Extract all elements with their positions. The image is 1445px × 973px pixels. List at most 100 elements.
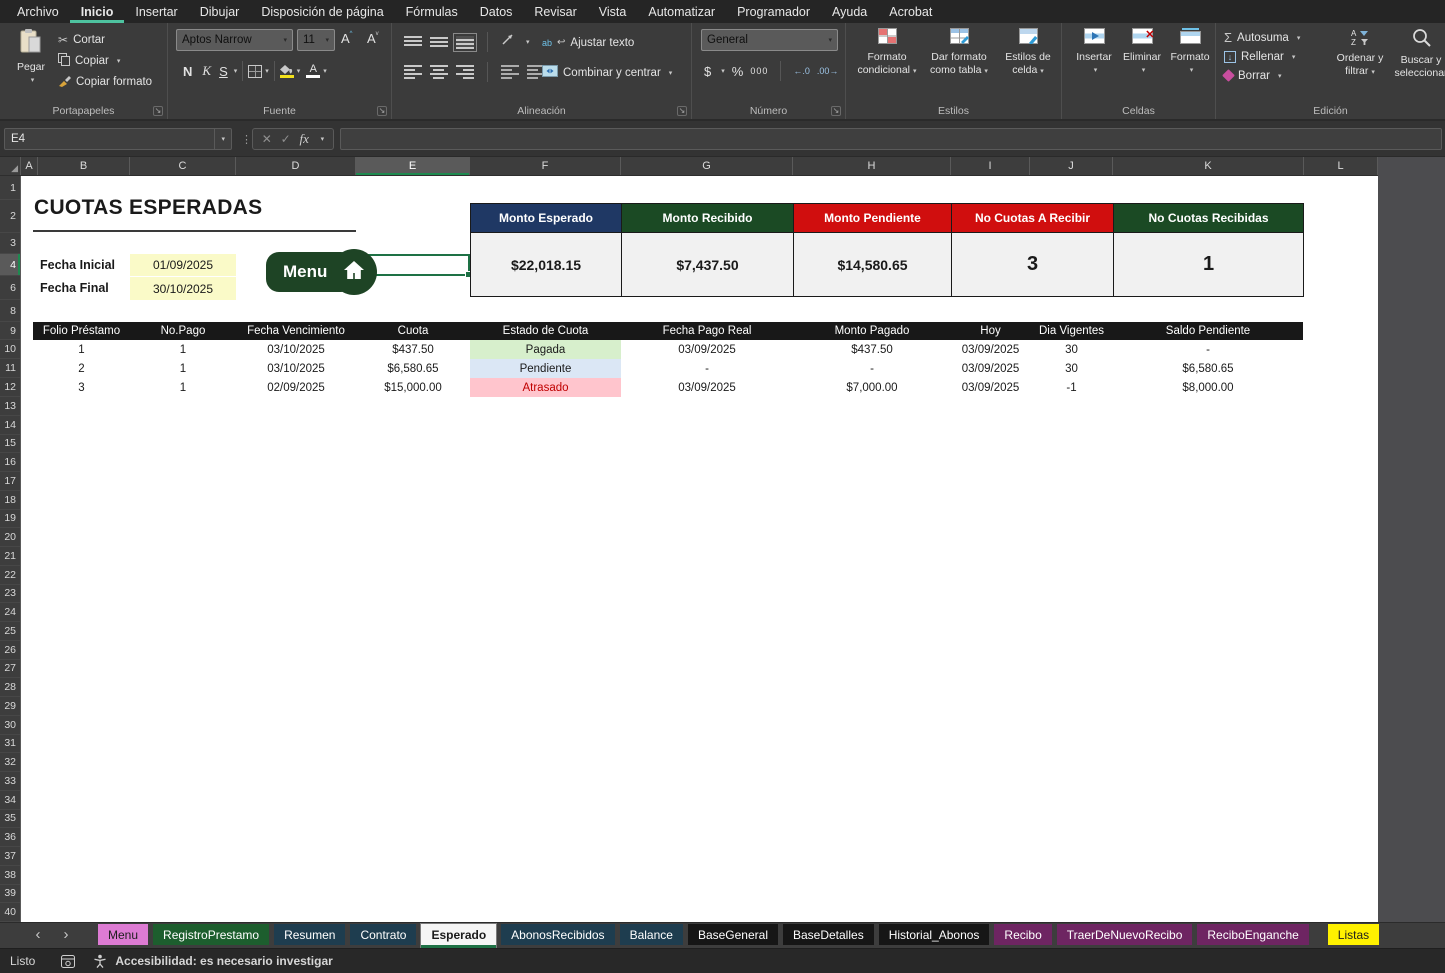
column-header-E[interactable]: E	[356, 157, 470, 175]
row-header-25[interactable]: 25	[0, 622, 20, 641]
row-header-21[interactable]: 21	[0, 547, 20, 566]
sheet-tab-contrato[interactable]: Contrato	[350, 924, 416, 945]
sheet-tab-menu[interactable]: Menu	[98, 924, 148, 945]
sort-filter-button[interactable]: AZ Ordenar y filtrar▾	[1332, 28, 1388, 78]
format-as-table-button[interactable]: Dar formato como tabla▾	[926, 28, 992, 77]
row-header-39[interactable]: 39	[0, 885, 20, 904]
format-cells-button[interactable]: Formato ▾	[1168, 28, 1212, 76]
row-header-15[interactable]: 15	[0, 435, 20, 454]
fill-color-button[interactable]	[280, 65, 294, 78]
paste-button[interactable]: Pegar ▾	[10, 28, 52, 86]
row-header-6[interactable]: 6	[0, 276, 20, 300]
cancel-entry-icon[interactable]: ✕	[262, 132, 272, 146]
row-header-23[interactable]: 23	[0, 585, 20, 604]
row-header-40[interactable]: 40	[0, 903, 20, 922]
decrease-indent-icon[interactable]	[501, 65, 519, 79]
column-header-B[interactable]: B	[38, 157, 130, 175]
row-header-27[interactable]: 27	[0, 660, 20, 679]
cell-styles-button[interactable]: Estilos de celda▾	[998, 28, 1058, 77]
table-cell[interactable]: $6,580.65	[356, 359, 470, 378]
sheet-tab-esperado[interactable]: Esperado	[421, 924, 496, 948]
menu-tab-archivo[interactable]: Archivo	[6, 0, 70, 23]
table-cell[interactable]: $6,580.65	[1113, 359, 1303, 378]
align-right-icon[interactable]	[456, 65, 474, 79]
row-header-13[interactable]: 13	[0, 397, 20, 416]
autosum-button[interactable]: Σ Autosuma ▾	[1224, 28, 1300, 47]
menu-tab-disposición-de-página[interactable]: Disposición de página	[250, 0, 394, 23]
home-button[interactable]	[331, 249, 377, 295]
row-header-12[interactable]: 12	[0, 378, 20, 397]
column-header-H[interactable]: H	[793, 157, 951, 175]
field-value-fecha-final[interactable]: 30/10/2025	[130, 277, 236, 300]
table-cell[interactable]: 03/09/2025	[951, 378, 1030, 397]
row-header-37[interactable]: 37	[0, 847, 20, 866]
confirm-entry-icon[interactable]: ✓	[281, 132, 291, 146]
number-format-select[interactable]: General ▾	[701, 29, 838, 51]
menu-tab-inicio[interactable]: Inicio	[70, 0, 125, 23]
sheet-tab-reciboenganche[interactable]: ReciboEnganche	[1197, 924, 1308, 945]
chevron-down-icon[interactable]: ▾	[234, 67, 238, 75]
scroll-tabs-right-icon[interactable]: ›	[56, 926, 76, 943]
sheet-tab-basegeneral[interactable]: BaseGeneral	[688, 924, 778, 945]
align-bottom-icon[interactable]	[456, 36, 474, 49]
row-header-18[interactable]: 18	[0, 491, 20, 510]
increase-decimal-button[interactable]: ←.0	[793, 66, 810, 76]
row-header-1[interactable]: 1	[0, 176, 20, 200]
table-cell[interactable]: 03/09/2025	[951, 359, 1030, 378]
row-header-10[interactable]: 10	[0, 340, 20, 359]
column-header-K[interactable]: K	[1113, 157, 1304, 175]
row-header-17[interactable]: 17	[0, 472, 20, 491]
table-cell[interactable]: $8,000.00	[1113, 378, 1303, 397]
wrap-text-button[interactable]: ab ↩ Ajustar texto	[542, 32, 634, 53]
menu-tab-insertar[interactable]: Insertar	[124, 0, 188, 23]
column-header-L[interactable]: L	[1304, 157, 1378, 175]
orientation-icon[interactable]	[501, 33, 515, 51]
column-header-A[interactable]: A	[21, 157, 38, 175]
table-cell[interactable]: 2	[33, 359, 130, 378]
sheet-tab-registroprestamo[interactable]: RegistroPrestamo	[153, 924, 269, 945]
grow-font-button[interactable]: A^	[341, 31, 353, 46]
copy-button[interactable]: Copiar ▾	[58, 50, 152, 71]
chevron-down-icon[interactable]: ▾	[526, 38, 530, 46]
insert-cells-button[interactable]: Insertar ▾	[1072, 28, 1116, 76]
menu-tab-vista[interactable]: Vista	[588, 0, 638, 23]
sheet-tab-resumen[interactable]: Resumen	[274, 924, 345, 945]
font-color-button[interactable]: A	[306, 64, 320, 78]
table-cell[interactable]: 03/09/2025	[621, 378, 793, 397]
row-header-19[interactable]: 19	[0, 510, 20, 529]
name-box[interactable]: E4 ▾	[4, 128, 232, 150]
menu-tab-fórmulas[interactable]: Fórmulas	[395, 0, 469, 23]
dialog-launcher-icon[interactable]: ↘	[153, 106, 163, 116]
menu-tab-acrobat[interactable]: Acrobat	[878, 0, 943, 23]
table-cell[interactable]: -	[1113, 340, 1303, 359]
row-header-4[interactable]: 4	[0, 254, 20, 276]
table-cell[interactable]: 30	[1030, 359, 1113, 378]
find-select-button[interactable]: Buscar y seleccionar	[1392, 28, 1445, 80]
menu-tab-automatizar[interactable]: Automatizar	[637, 0, 726, 23]
menu-tab-ayuda[interactable]: Ayuda	[821, 0, 878, 23]
sheet-tab-balance[interactable]: Balance	[620, 924, 683, 945]
chevron-down-icon[interactable]: ▾	[297, 67, 301, 75]
sheet-tab-historial_abonos[interactable]: Historial_Abonos	[879, 924, 990, 945]
menu-tab-revisar[interactable]: Revisar	[523, 0, 587, 23]
table-cell[interactable]: $7,000.00	[793, 378, 951, 397]
accessibility-status[interactable]: Accesibilidad: es necesario investigar	[115, 954, 332, 968]
row-header-24[interactable]: 24	[0, 603, 20, 622]
percent-style-button[interactable]: %	[732, 64, 744, 79]
dialog-launcher-icon[interactable]: ↘	[831, 106, 841, 116]
row-header-3[interactable]: 3	[0, 233, 20, 254]
merge-center-button[interactable]: Combinar y centrar ▾	[542, 62, 672, 83]
sheet-tab-listas[interactable]: Listas	[1328, 924, 1379, 945]
row-header-31[interactable]: 31	[0, 735, 20, 754]
align-middle-icon[interactable]	[430, 36, 448, 49]
menu-tab-datos[interactable]: Datos	[469, 0, 524, 23]
italic-button[interactable]: K	[197, 63, 216, 79]
table-cell[interactable]: 1	[130, 340, 236, 359]
row-header-9[interactable]: 9	[0, 322, 20, 340]
insert-function-icon[interactable]: fx	[299, 131, 308, 147]
row-header-20[interactable]: 20	[0, 528, 20, 547]
row-header-28[interactable]: 28	[0, 678, 20, 697]
accounting-format-button[interactable]: $	[704, 64, 711, 79]
align-top-icon[interactable]	[404, 36, 422, 49]
format-painter-button[interactable]: Copiar formato	[58, 71, 152, 92]
